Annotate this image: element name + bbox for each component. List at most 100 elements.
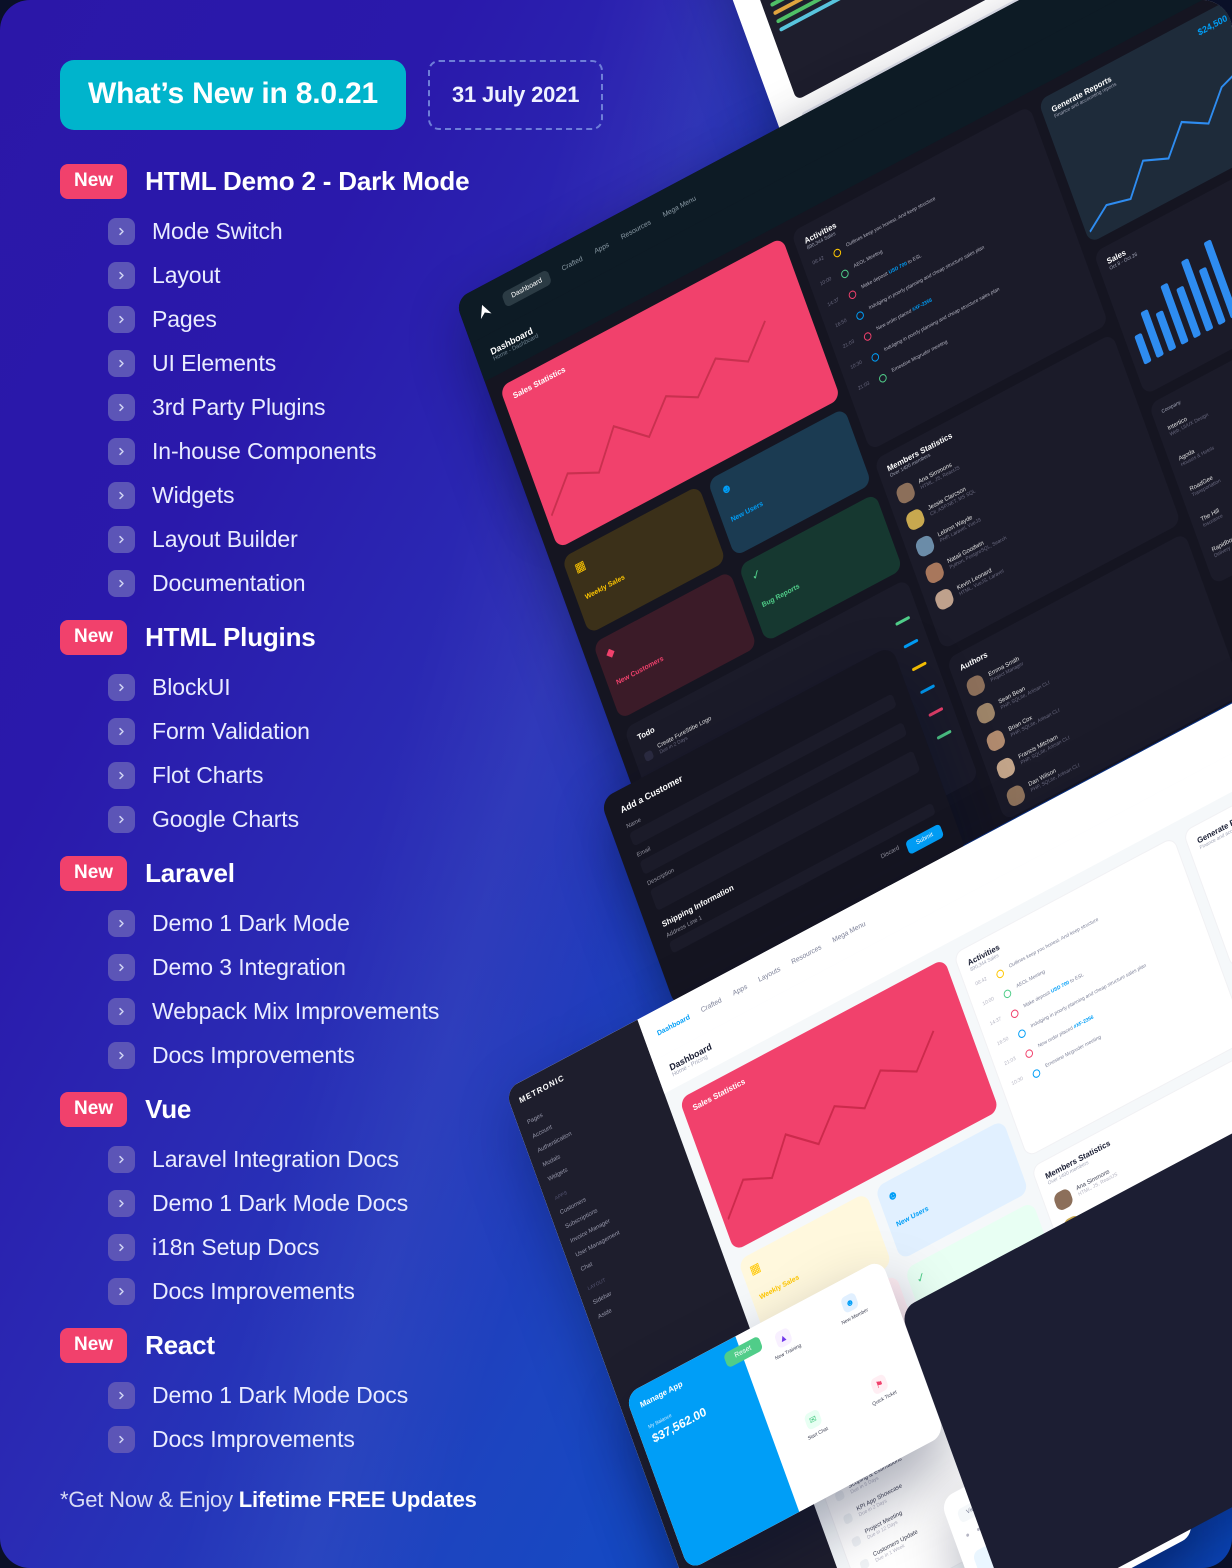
list-item[interactable]: In-house Components (60, 429, 700, 473)
chevron-right-icon (108, 481, 135, 509)
list-item[interactable]: Webpack Mix Improvements (60, 989, 700, 1033)
list-item-label: BlockUI (152, 673, 231, 700)
chevron-right-icon (108, 1233, 135, 1261)
list-item-label: Webpack Mix Improvements (152, 997, 440, 1024)
list-item[interactable]: Layout (60, 253, 700, 297)
sections-list: New HTML Demo 2 - Dark Mode Mode Switch Lay… (60, 164, 700, 1461)
list-item-label: Laravel Integration Docs (152, 1145, 399, 1172)
list-item[interactable]: 3rd Party Plugins (60, 385, 700, 429)
chevron-right-icon (108, 717, 135, 745)
chevron-right-icon (108, 525, 135, 553)
list-item-label: Pages (152, 305, 217, 332)
list-item[interactable]: Docs Improvements (60, 1417, 700, 1461)
list-item[interactable]: Demo 1 Dark Mode Docs (60, 1373, 700, 1417)
new-badge: New (60, 620, 128, 655)
section-title: Vue (145, 1094, 192, 1124)
list-item-label: Form Validation (152, 717, 310, 744)
chevron-right-icon (108, 1277, 135, 1305)
section-title: React (145, 1330, 215, 1360)
chevron-right-icon (108, 569, 135, 597)
list-item-label: In-house Components (152, 437, 377, 464)
section-items: Demo 1 Dark Mode Demo 3 Integration Webpac… (60, 901, 700, 1077)
list-item-label: Layout Builder (152, 525, 298, 552)
chevron-right-icon (108, 1145, 135, 1173)
list-item[interactable]: Pages (60, 297, 700, 341)
list-item-label: Demo 3 Integration (152, 953, 346, 980)
section-title: HTML Demo 2 - Dark Mode (145, 166, 470, 196)
section-items: Demo 1 Dark Mode Docs Docs Improvements (60, 1373, 700, 1461)
chevron-right-icon (108, 673, 135, 701)
section-header: New HTML Demo 2 - Dark Mode (60, 164, 700, 199)
footer-prefix: *Get Now & Enjoy (60, 1487, 239, 1512)
chevron-right-icon (108, 805, 135, 833)
version-pill: What’s New in 8.0.21 (60, 60, 406, 130)
date-badge: 31 July 2021 (427, 60, 604, 130)
footer-note: *Get Now & Enjoy Lifetime FREE Updates (60, 1487, 700, 1513)
section-header: New React (60, 1328, 700, 1363)
list-item-label: Widgets (152, 481, 235, 508)
section-header: New Vue (60, 1092, 700, 1127)
footer-emphasis: Lifetime FREE Updates (238, 1487, 477, 1512)
list-item-label: Demo 1 Dark Mode Docs (152, 1381, 409, 1408)
list-item-label: Demo 1 Dark Mode Docs (152, 1189, 409, 1216)
chevron-right-icon (108, 953, 135, 981)
section-header: New HTML Plugins (60, 620, 700, 655)
new-badge: New (60, 1328, 128, 1363)
modal-discard-button[interactable]: Discard (880, 845, 903, 868)
list-item[interactable]: Layout Builder (60, 517, 700, 561)
chevron-right-icon (108, 1425, 135, 1453)
light-nav-resources[interactable]: Resources (790, 943, 822, 965)
chevron-right-icon (108, 261, 135, 289)
chevron-right-icon (108, 1381, 135, 1409)
new-badge: New (60, 164, 128, 199)
list-item-label: Google Charts (152, 805, 299, 832)
list-item-label: i18n Setup Docs (152, 1233, 320, 1260)
list-item[interactable]: Docs Improvements (60, 1033, 700, 1077)
light-nav-apps[interactable]: Apps (732, 983, 749, 997)
section-title: Laravel (145, 858, 235, 888)
section-title: HTML Plugins (145, 622, 316, 652)
list-item-label: Docs Improvements (152, 1041, 355, 1068)
list-item-label: Mode Switch (152, 217, 283, 244)
list-item-label: Layout (152, 261, 221, 288)
list-item[interactable]: Documentation (60, 561, 700, 605)
chevron-right-icon (108, 217, 135, 245)
header: What’s New in 8.0.21 31 July 2021 (60, 60, 700, 130)
chevron-right-icon (108, 1189, 135, 1217)
modal-submit-button[interactable]: Submit (905, 823, 945, 855)
list-item[interactable]: Demo 1 Dark Mode (60, 901, 700, 945)
new-badge: New (60, 1092, 128, 1127)
chevron-right-icon (108, 393, 135, 421)
list-item-label: Demo 1 Dark Mode (152, 909, 350, 936)
list-item[interactable]: BlockUI (60, 665, 700, 709)
list-item[interactable]: Docs Improvements (60, 1269, 700, 1313)
list-item[interactable]: Demo 1 Dark Mode Docs (60, 1181, 700, 1225)
light-nav-layouts[interactable]: Layouts (757, 965, 781, 983)
list-item[interactable]: Form Validation (60, 709, 700, 753)
list-item[interactable]: Flot Charts (60, 753, 700, 797)
chevron-right-icon (108, 997, 135, 1025)
list-item[interactable]: Widgets (60, 473, 700, 517)
light-nav-megamenu[interactable]: Mega Menu (831, 920, 866, 944)
list-item-label: 3rd Party Plugins (152, 393, 326, 420)
new-badge: New (60, 856, 128, 891)
list-item-label: Flot Charts (152, 761, 264, 788)
list-item[interactable]: Demo 3 Integration (60, 945, 700, 989)
list-item[interactable]: Google Charts (60, 797, 700, 841)
list-item[interactable]: UI Elements (60, 341, 700, 385)
list-item[interactable]: Mode Switch (60, 209, 700, 253)
list-item-label: UI Elements (152, 349, 277, 376)
chevron-right-icon (108, 349, 135, 377)
chevron-right-icon (108, 305, 135, 333)
content-column: What’s New in 8.0.21 31 July 2021 New HTM… (60, 60, 700, 1513)
section-items: Mode Switch Layout Pages UI Elements 3rd Par… (60, 209, 700, 605)
list-item[interactable]: i18n Setup Docs (60, 1225, 700, 1269)
list-item-label: Docs Improvements (152, 1425, 355, 1452)
whats-new-promo-card: Setup Theme Dependencies: (0, 0, 1232, 1568)
light-nav-crafted[interactable]: Crafted (700, 997, 723, 1014)
list-item[interactable]: Laravel Integration Docs (60, 1137, 700, 1181)
chevron-right-icon (108, 761, 135, 789)
chevron-right-icon (108, 437, 135, 465)
list-item-label: Docs Improvements (152, 1277, 355, 1304)
chevron-right-icon (108, 909, 135, 937)
